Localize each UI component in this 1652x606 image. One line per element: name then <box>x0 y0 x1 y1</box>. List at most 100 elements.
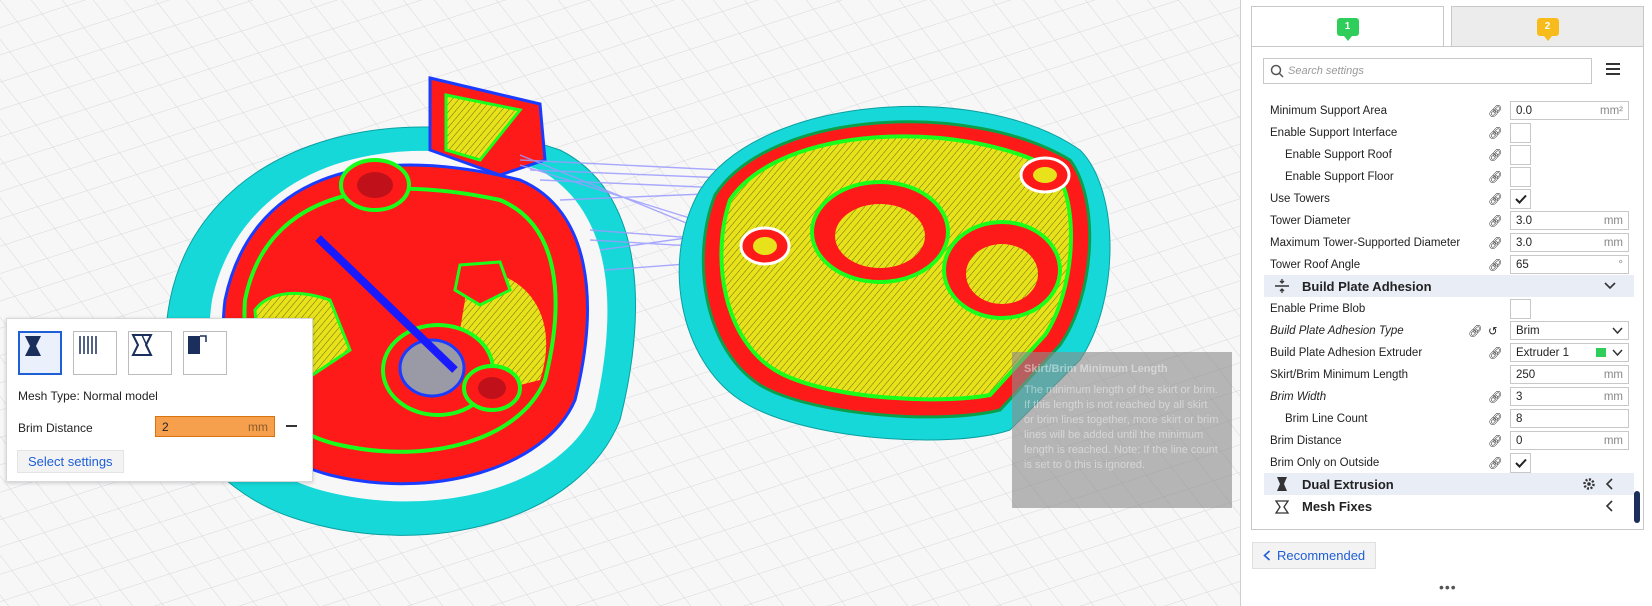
category-build-plate-adhesion[interactable]: Build Plate Adhesion <box>1264 275 1634 297</box>
brim-only-outside-checkbox[interactable] <box>1510 452 1531 473</box>
link-icon: 🔗︎ <box>1488 106 1503 118</box>
link-icon: 🔗︎ <box>1488 238 1503 250</box>
layer-view-scene[interactable] <box>0 0 1240 606</box>
enable-support-roof-checkbox[interactable] <box>1510 144 1531 165</box>
setting-label: Build Plate Adhesion Extruder <box>1270 346 1423 359</box>
print-settings-panel: 1 2 Search settings Minimum Support Area… <box>1240 0 1652 606</box>
use-towers-checkbox[interactable] <box>1510 188 1531 209</box>
brim-width-input[interactable]: 3 mm <box>1510 387 1629 406</box>
gear-icon[interactable] <box>1582 477 1596 491</box>
extruder-2-badge: 2 <box>1536 17 1559 41</box>
enable-support-floor-checkbox[interactable] <box>1510 166 1531 187</box>
setting-label: Enable Support Roof <box>1285 148 1392 161</box>
link-icon: 🔗︎ <box>1488 128 1503 140</box>
chevron-down-icon <box>1604 282 1616 290</box>
setting-row-adhesion-type: Build Plate Adhesion Type 🔗︎ ↺ Brim <box>1270 320 1629 341</box>
recommended-button[interactable]: Recommended <box>1252 542 1377 569</box>
setting-row-brim-distance: Brim Distance 🔗︎ 0 mm <box>1270 430 1629 451</box>
link-icon: 🔗︎ <box>1488 172 1503 184</box>
setting-label: Tower Roof Angle <box>1270 258 1361 271</box>
link-icon: 🔗︎ <box>1488 216 1503 228</box>
search-icon <box>1270 64 1284 78</box>
enable-prime-blob-checkbox[interactable] <box>1510 298 1531 319</box>
brim-distance-value: 2 <box>162 419 169 434</box>
select-settings-button[interactable]: Select settings <box>17 450 124 473</box>
extruder-1-badge: 1 <box>1336 17 1359 41</box>
normal-model-button[interactable] <box>18 331 62 375</box>
max-tower-diameter-input[interactable]: 3.0 mm <box>1510 233 1629 252</box>
anti-overhang-mesh-button[interactable] <box>183 331 227 375</box>
setting-row-enable-prime-blob: Enable Prime Blob <box>1270 298 1622 319</box>
adhesion-type-select[interactable]: Brim <box>1510 321 1629 340</box>
tower-roof-angle-input[interactable]: 65 ° <box>1510 255 1629 274</box>
settings-list: Search settings Minimum Support Area 🔗︎ … <box>1251 46 1644 530</box>
setting-row-skirt-brim-min-length: Skirt/Brim Minimum Length 250 mm <box>1270 364 1629 385</box>
setting-row-brim-only-outside: Brim Only on Outside 🔗︎ <box>1270 452 1622 473</box>
setting-row-max-tower-diameter: Maximum Tower-Supported Diameter 🔗︎ 3.0 m… <box>1270 232 1629 253</box>
check-icon <box>1514 194 1527 204</box>
link-icon: 🔗︎ <box>1488 194 1503 206</box>
chevron-down-icon <box>1612 326 1623 334</box>
overlap-mesh-button[interactable] <box>128 331 172 375</box>
setting-label: Brim Distance <box>1270 434 1342 447</box>
category-dual-extrusion[interactable]: Dual Extrusion <box>1264 473 1634 495</box>
viewport[interactable]: Mesh Type: Normal model Brim Distance 2 … <box>0 0 1240 606</box>
overlap-mesh-icon <box>131 334 153 356</box>
tooltip-body: The minimum length of the skirt or brim.… <box>1024 384 1219 471</box>
resize-handle-icon[interactable]: ••• <box>1439 579 1457 595</box>
setting-label: Enable Prime Blob <box>1270 302 1366 315</box>
adhesion-extruder-select[interactable]: Extruder 1 <box>1510 343 1629 362</box>
tab-extruder-2[interactable]: 2 <box>1451 6 1644 46</box>
support-mesh-button[interactable] <box>73 331 117 375</box>
per-model-settings-panel: Mesh Type: Normal model Brim Distance 2 … <box>6 318 313 482</box>
setting-row-enable-support-roof: Enable Support Roof 🔗︎ <box>1270 144 1622 165</box>
chevron-down-icon <box>1612 348 1623 356</box>
setting-label: Skirt/Brim Minimum Length <box>1270 368 1409 381</box>
setting-row-min-support-area: Minimum Support Area 🔗︎ 0.0 mm² <box>1270 100 1629 121</box>
extruder-color-swatch <box>1596 348 1606 357</box>
setting-label: Brim Only on Outside <box>1270 456 1380 469</box>
tower-diameter-input[interactable]: 3.0 mm <box>1510 211 1629 230</box>
setting-label: Enable Support Interface <box>1270 126 1398 139</box>
link-icon: 🔗︎ <box>1488 260 1503 272</box>
category-title: Mesh Fixes <box>1302 498 1373 514</box>
chevron-left-icon <box>1605 500 1613 512</box>
setting-label: Tower Diameter <box>1270 214 1351 227</box>
setting-row-tower-roof-angle: Tower Roof Angle 🔗︎ 65 ° <box>1270 254 1629 275</box>
check-icon <box>1514 458 1527 468</box>
adhesion-icon <box>1275 279 1289 293</box>
chevron-left-icon <box>1605 478 1613 490</box>
anti-overhang-mesh-icon <box>188 335 207 354</box>
setting-label: Maximum Tower-Supported Diameter <box>1270 236 1461 249</box>
setting-row-brim-width: Brim Width 🔗︎ 3 mm <box>1270 386 1629 407</box>
support-mesh-icon <box>79 336 97 354</box>
reset-icon[interactable]: ↺ <box>1488 324 1498 338</box>
min-support-area-input[interactable]: 0.0 mm² <box>1510 101 1629 120</box>
setting-row-enable-support-interface: Enable Support Interface 🔗︎ <box>1270 122 1622 143</box>
setting-label: Enable Support Floor <box>1285 170 1394 183</box>
enable-support-interface-checkbox[interactable] <box>1510 122 1531 143</box>
setting-tooltip: Skirt/Brim Minimum Length The minimum le… <box>1012 352 1232 508</box>
brim-line-count-input[interactable]: 8 <box>1510 409 1629 428</box>
setting-label: Build Plate Adhesion Type <box>1270 324 1404 337</box>
category-title: Build Plate Adhesion <box>1302 278 1432 294</box>
category-mesh-fixes[interactable]: Mesh Fixes <box>1264 495 1634 517</box>
remove-setting-icon[interactable] <box>286 425 297 427</box>
settings-scrollbar[interactable] <box>1634 491 1640 523</box>
settings-menu-icon[interactable] <box>1606 63 1620 75</box>
mesh-type-label: Mesh Type: Normal model <box>18 389 158 403</box>
brim-distance-setting-input[interactable]: 0 mm <box>1510 431 1629 450</box>
setting-label: Brim Width <box>1270 390 1327 403</box>
tab-extruder-1[interactable]: 1 <box>1251 6 1444 46</box>
mesh-fixes-icon <box>1274 500 1290 514</box>
skirt-brim-min-length-input[interactable]: 250 mm <box>1510 365 1629 384</box>
link-icon: 🔗︎ <box>1488 348 1503 360</box>
setting-row-tower-diameter: Tower Diameter 🔗︎ 3.0 mm <box>1270 210 1629 231</box>
brim-distance-input[interactable]: 2 mm <box>155 416 275 437</box>
setting-label: Minimum Support Area <box>1270 104 1387 117</box>
chevron-left-icon <box>1263 550 1271 561</box>
setting-label: Use Towers <box>1270 192 1330 205</box>
setting-row-adhesion-extruder: Build Plate Adhesion Extruder 🔗︎ Extrude… <box>1270 342 1629 363</box>
search-input[interactable]: Search settings <box>1263 58 1592 84</box>
normal-model-icon <box>25 336 41 356</box>
